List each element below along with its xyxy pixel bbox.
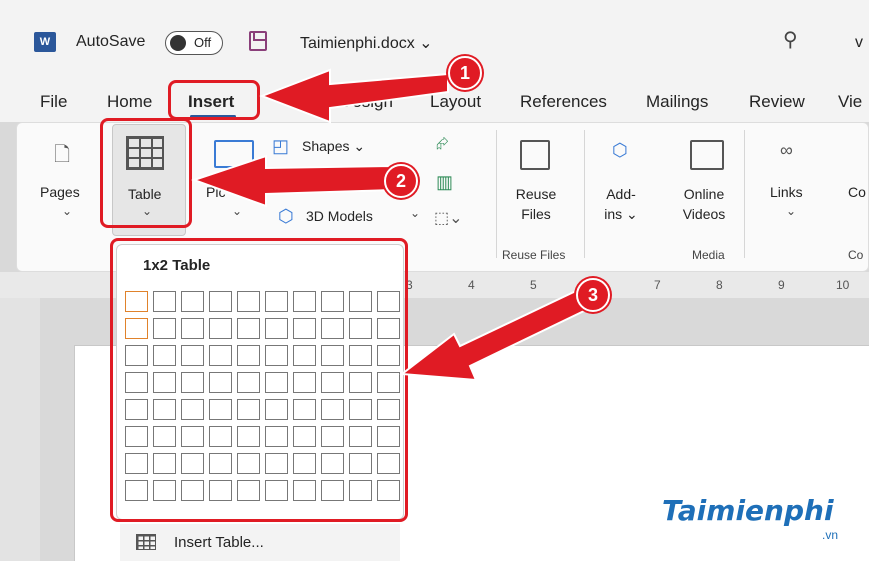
search-icon[interactable]: ⚲ — [783, 27, 798, 52]
addins-button[interactable]: Add-ins ⌄ — [604, 184, 638, 224]
toggle-state: Off — [194, 35, 212, 50]
tab-references[interactable]: References — [520, 92, 607, 112]
insert-table-menu-item[interactable]: Insert Table... — [120, 524, 400, 561]
step-badge-3: 3 — [576, 278, 610, 312]
reuse-files-icon — [520, 140, 550, 170]
ribbon-tabs: File Home Insert Design Layout Reference… — [0, 78, 869, 122]
screenshot-icon[interactable]: ⬚⌄ — [434, 208, 463, 228]
tab-view[interactable]: Vie — [838, 92, 862, 112]
3d-models-button[interactable]: 3D Models — [306, 206, 373, 226]
reuse-files-button[interactable]: Reuse Files — [512, 184, 560, 224]
ruler-mark: 7 — [654, 278, 661, 292]
addins-icon: ⬡ — [612, 140, 628, 160]
document-filename[interactable]: Taimienphi.docx ⌄ — [300, 33, 433, 53]
user-initial[interactable]: v — [855, 34, 863, 52]
ruler-mark: 5 — [530, 278, 537, 292]
highlight-table-button — [100, 118, 192, 228]
autosave-label: AutoSave — [76, 33, 146, 50]
vertical-ruler — [0, 298, 40, 561]
word-app-icon: W — [34, 32, 56, 52]
highlight-table-grid — [110, 238, 408, 522]
ribbon-separator — [744, 130, 745, 258]
insert-table-label: Insert Table... — [174, 534, 264, 551]
ruler-mark: 8 — [716, 278, 723, 292]
links-button[interactable]: Links — [770, 182, 803, 202]
title-bar: W AutoSave Off Taimienphi.docx ⌄ ⚲ v — [0, 0, 869, 78]
tab-file[interactable]: File — [40, 92, 67, 112]
ribbon-separator — [584, 130, 585, 258]
watermark-logo: Taimienphi — [662, 494, 834, 527]
autosave-toggle[interactable]: Off — [165, 31, 223, 55]
shapes-icon: ◰ — [272, 136, 290, 156]
step-badge-2: 2 — [384, 164, 418, 198]
shapes-button[interactable]: Shapes ⌄ — [302, 136, 365, 156]
table-icon — [136, 534, 156, 550]
online-videos-button[interactable]: Online Videos — [676, 184, 732, 224]
smartart-icon[interactable]: ⮳ — [436, 136, 449, 154]
comments-group-label: Co — [848, 248, 864, 262]
ruler-mark: 4 — [468, 278, 475, 292]
pages-button[interactable]: Pages — [40, 182, 80, 202]
tab-review[interactable]: Review — [749, 92, 805, 112]
pictures-button[interactable]: Pic — [206, 182, 225, 202]
3d-models-icon: ⬡ — [278, 206, 294, 226]
ribbon-separator — [496, 130, 497, 258]
link-icon: ∞ — [780, 140, 793, 160]
comment-button[interactable]: Co — [848, 182, 866, 202]
tab-mailings[interactable]: Mailings — [646, 92, 708, 112]
save-icon[interactable] — [249, 31, 267, 51]
toggle-knob — [170, 35, 186, 51]
chevron-down-icon: ⌄ — [786, 204, 797, 218]
reuse-files-group-label: Reuse Files — [502, 248, 566, 262]
highlight-insert-tab — [168, 80, 260, 120]
ruler-mark: 10 — [836, 278, 850, 292]
chevron-down-icon: ⌄ — [62, 204, 73, 218]
picture-icon — [214, 140, 254, 168]
chevron-down-icon: ⌄ — [232, 204, 243, 218]
tab-home[interactable]: Home — [107, 92, 152, 112]
tab-layout[interactable]: Layout — [430, 92, 481, 112]
pages-icon: 🗋 — [54, 144, 71, 166]
watermark-domain: .vn — [822, 528, 839, 542]
ruler-mark: 9 — [778, 278, 785, 292]
chevron-down-icon: ⌄ — [410, 206, 421, 220]
tab-design[interactable]: Design — [340, 92, 393, 112]
chart-icon[interactable]: ▥ — [436, 172, 453, 193]
step-badge-1: 1 — [448, 56, 482, 90]
media-group-label: Media — [692, 248, 725, 262]
online-video-icon — [690, 140, 724, 170]
